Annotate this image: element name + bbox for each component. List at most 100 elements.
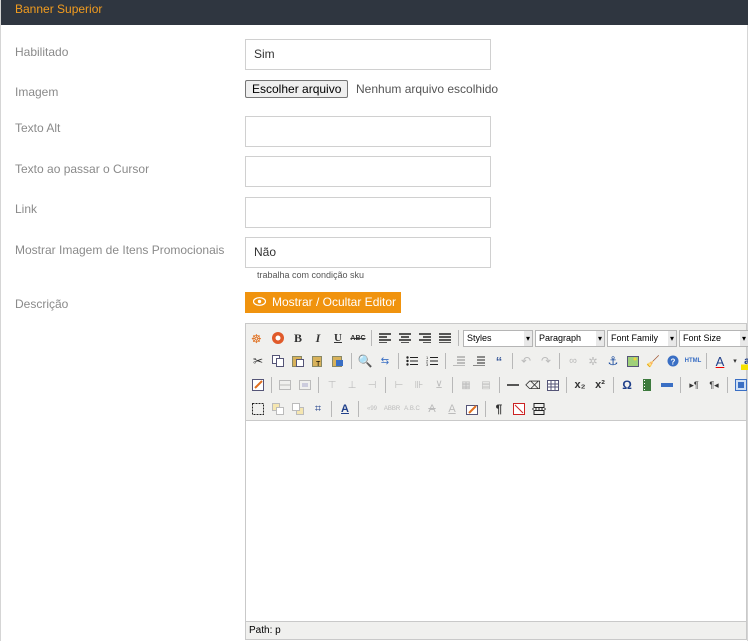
toolbar-row-2: ✂ T 🔍 ⇆ 123 “ ↶ ↷ ∞ ✲ ⚓ 🧹 ? HTML A ▾ a	[248, 350, 748, 372]
toggle-editor-button[interactable]: Mostrar / Ocultar Editor	[245, 292, 401, 313]
copy-icon[interactable]	[269, 352, 287, 370]
svg-text:T: T	[316, 361, 321, 367]
cite-icon[interactable]: «99	[363, 400, 381, 418]
replace-icon[interactable]: ⇆	[376, 352, 394, 370]
rich-text-editor: ☸ B I U ABC Styles Paragraph Font Family…	[245, 323, 748, 640]
delete-row-icon[interactable]: ⊣	[363, 376, 381, 394]
separator	[371, 330, 372, 346]
outdent-icon[interactable]	[450, 352, 468, 370]
separator	[613, 377, 614, 393]
find-icon[interactable]: 🔍	[356, 352, 374, 370]
styleprops-icon[interactable]: A	[336, 400, 354, 418]
bullet-list-icon[interactable]	[403, 352, 421, 370]
alt-text-label: Texto Alt	[15, 121, 61, 135]
help-icon[interactable]: ?	[664, 352, 682, 370]
paste-text-icon[interactable]: T	[309, 352, 327, 370]
toolbar-row-1: ☸ B I U ABC Styles Paragraph Font Family…	[248, 327, 748, 349]
unlink-icon[interactable]: ✲	[584, 352, 602, 370]
table-props-icon[interactable]	[276, 376, 294, 394]
promo-label: Mostrar Imagem de Itens Promocionais	[15, 243, 225, 257]
pagebreak-icon[interactable]	[530, 400, 548, 418]
strikethrough-icon[interactable]: ABC	[349, 329, 367, 347]
align-justify-icon[interactable]	[436, 329, 454, 347]
media-icon[interactable]	[638, 376, 656, 394]
del-icon[interactable]: A	[423, 400, 441, 418]
toggle-editor-label: Mostrar / Ocultar Editor	[272, 295, 397, 309]
link-icon[interactable]: ∞	[564, 352, 582, 370]
special-char-icon[interactable]: Ω	[618, 376, 636, 394]
fullscreen-icon[interactable]	[732, 376, 748, 394]
font-size-dropdown[interactable]: Font Size	[679, 329, 748, 347]
col-before-icon[interactable]: ⊢	[390, 376, 408, 394]
alt-text-input[interactable]	[245, 116, 491, 147]
advhr-icon[interactable]	[658, 376, 676, 394]
separator	[398, 353, 399, 369]
separator	[445, 353, 446, 369]
hover-text-input[interactable]	[245, 156, 491, 187]
acronym-icon[interactable]: A.B.C	[403, 400, 421, 418]
attribs-icon[interactable]	[463, 400, 481, 418]
split-cells-icon[interactable]: ▦	[457, 376, 475, 394]
align-left-icon[interactable]	[376, 329, 394, 347]
merge-cells-icon[interactable]: ▤	[477, 376, 495, 394]
highlight-icon[interactable]: ab	[741, 352, 748, 370]
paste-word-icon[interactable]	[329, 352, 347, 370]
underline-icon[interactable]: U	[329, 329, 347, 347]
cut-icon[interactable]: ✂	[249, 352, 267, 370]
redo-icon[interactable]: ↷	[537, 352, 555, 370]
italic-icon[interactable]: I	[309, 329, 327, 347]
format-dropdown[interactable]: Paragraph	[535, 329, 605, 347]
cell-props-icon[interactable]	[296, 376, 314, 394]
enabled-label: Habilitado	[15, 45, 69, 59]
text-color-dropdown-icon[interactable]: ▾	[731, 352, 739, 370]
rtl-icon[interactable]: ¶◂	[705, 376, 723, 394]
insert-layer-icon[interactable]	[249, 400, 267, 418]
bold-icon[interactable]: B	[289, 329, 307, 347]
anchor-icon[interactable]: ⚓	[604, 352, 622, 370]
delete-col-icon[interactable]: ⊻	[430, 376, 448, 394]
subscript-icon[interactable]: x₂	[571, 376, 589, 394]
choose-file-button[interactable]: Escolher arquivo	[245, 80, 349, 98]
nonbreaking-icon[interactable]	[510, 400, 528, 418]
banner-panel: Banner Superior Habilitado Sim Imagem Es…	[0, 0, 748, 641]
align-right-icon[interactable]	[416, 329, 434, 347]
ins-icon[interactable]: A	[443, 400, 461, 418]
indent-icon[interactable]	[470, 352, 488, 370]
row-before-icon[interactable]: ⊤	[323, 376, 341, 394]
paste-icon[interactable]	[289, 352, 307, 370]
ltr-icon[interactable]: ▸¶	[685, 376, 703, 394]
font-family-dropdown[interactable]: Font Family	[607, 329, 677, 347]
editor-content-area[interactable]	[246, 420, 746, 622]
horizontal-rule-icon[interactable]	[504, 376, 522, 394]
abbr-icon[interactable]: ABBR	[383, 400, 401, 418]
separator	[458, 330, 459, 346]
source-icon[interactable]: ☸	[249, 329, 267, 347]
remove-format-icon[interactable]: ⌫	[524, 376, 542, 394]
link-input[interactable]	[245, 197, 491, 228]
plugin-icon[interactable]	[269, 329, 287, 347]
table-icon[interactable]	[544, 376, 562, 394]
undo-icon[interactable]: ↶	[517, 352, 535, 370]
align-center-icon[interactable]	[396, 329, 414, 347]
separator	[318, 377, 319, 393]
styles-dropdown[interactable]: Styles	[463, 329, 533, 347]
edit-icon[interactable]	[249, 376, 267, 394]
move-backward-icon[interactable]	[289, 400, 307, 418]
blockquote-icon[interactable]: “	[490, 352, 508, 370]
editor-path: Path: p	[249, 625, 281, 636]
enabled-select[interactable]: Sim	[245, 39, 491, 70]
col-after-icon[interactable]: ⊪	[410, 376, 428, 394]
cleanup-icon[interactable]: 🧹	[644, 352, 662, 370]
text-color-icon[interactable]: A	[711, 352, 729, 370]
panel-header: Banner Superior	[1, 0, 748, 25]
separator	[680, 377, 681, 393]
promo-select[interactable]: Não	[245, 237, 491, 268]
absolute-icon[interactable]: ⌗	[309, 400, 327, 418]
numbered-list-icon[interactable]: 123	[423, 352, 441, 370]
row-after-icon[interactable]: ⊥	[343, 376, 361, 394]
visualchars-icon[interactable]: ¶	[490, 400, 508, 418]
image-icon[interactable]	[624, 352, 642, 370]
superscript-icon[interactable]: x²	[591, 376, 609, 394]
html-icon[interactable]: HTML	[684, 352, 702, 370]
move-forward-icon[interactable]	[269, 400, 287, 418]
